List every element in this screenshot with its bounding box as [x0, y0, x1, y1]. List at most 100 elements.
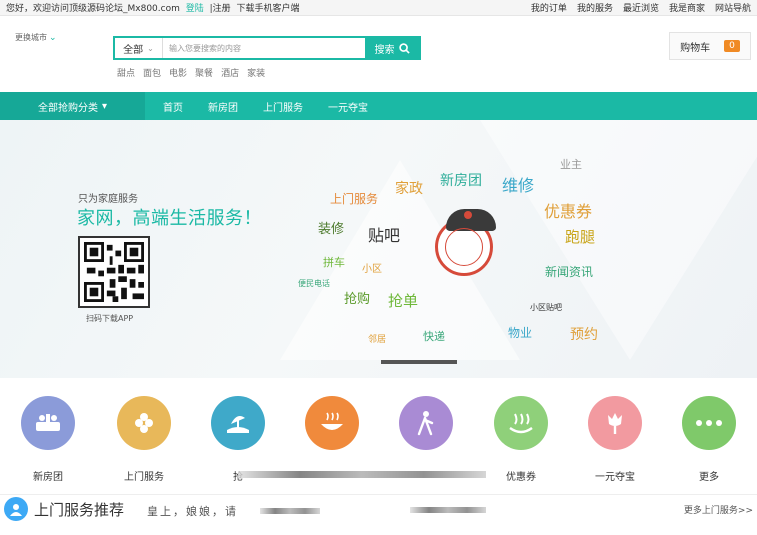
banner-word: 拼车 — [323, 256, 345, 269]
service-icons: 新房团 上门服务 抢 优惠券 一元夺宝 — [0, 378, 757, 494]
hot-spring-icon — [494, 396, 548, 450]
welcome-text: 您好，欢迎访问顶级源码论坛_Mx800.com — [6, 4, 180, 14]
service-label: 更多 — [699, 472, 719, 483]
top-bar: 您好，欢迎访问顶级源码论坛_Mx800.com 登陆 |注册 下载手机客户端 我… — [0, 0, 757, 16]
service-recommend-header: 上门服务推荐 皇上，娘娘，请 更多上门服务>> — [0, 494, 757, 535]
banner-word: 贴吧 — [368, 226, 401, 245]
hot-keyword[interactable]: 聚餐 — [195, 66, 213, 79]
team-icon — [21, 396, 75, 450]
obscured-region — [238, 471, 486, 478]
site-nav-link[interactable]: 网站导航 — [715, 1, 751, 14]
nav-item-new-house[interactable]: 新房团 — [208, 99, 238, 114]
service-item-flash-sale[interactable]: 抢 — [198, 396, 278, 483]
top-bar-left: 您好，欢迎访问顶级源码论坛_Mx800.com 登陆 |注册 下载手机客户端 — [6, 1, 303, 14]
tulip-icon — [588, 396, 642, 450]
merchant-link[interactable]: 我是商家 — [669, 1, 705, 14]
hero-banner[interactable]: 只为家庭服务 家网，高端生活服务！ 扫码下载APP 上门服务 家政 新房团 维修… — [0, 120, 757, 378]
banner-word: 新闻资讯 — [545, 265, 594, 279]
banner-word: 小区贴吧 — [530, 303, 562, 312]
beach-icon — [211, 396, 265, 450]
section-tagline: 皇上，娘娘，请 — [147, 505, 238, 518]
all-categories-menu[interactable]: 全部抢购分类 ▾ — [0, 92, 145, 120]
chevron-down-icon: ⌄ — [49, 32, 57, 43]
cart-button[interactable]: 购物车 0 — [669, 32, 751, 60]
service-item-door-service[interactable]: 上门服务 — [104, 396, 184, 483]
search-icon — [398, 42, 410, 54]
service-item-coupon[interactable]: 优惠券 — [481, 396, 561, 483]
search-bar: 全部 ⌄ 搜索 — [113, 36, 421, 60]
service-label: 上门服务 — [124, 472, 164, 483]
top-bar-right: 我的订单 我的服务 最近浏览 我是商家 网站导航 — [521, 1, 751, 14]
hot-keyword[interactable]: 家装 — [247, 66, 265, 79]
service-label: 一元夺宝 — [595, 472, 635, 483]
banner-word: 快递 — [423, 330, 445, 343]
login-link[interactable]: 登陆 — [186, 4, 204, 14]
all-categories-label: 全部抢购分类 — [37, 102, 98, 114]
hot-keyword[interactable]: 酒店 — [221, 66, 239, 79]
search-scope-value: 全部 — [123, 44, 144, 56]
banner-word: 家政 — [395, 181, 423, 197]
cart-label: 购物车 — [680, 42, 711, 54]
banner-word: 业主 — [560, 158, 582, 171]
my-services-link[interactable]: 我的服务 — [577, 1, 613, 14]
banner-word: 抢单 — [388, 292, 419, 310]
hot-keyword[interactable]: 电影 — [169, 66, 187, 79]
nav-item-door-service[interactable]: 上门服务 — [263, 99, 303, 114]
banner-word: 便民电话 — [298, 279, 330, 288]
header: 更换城市 ⌄ 全部 ⌄ 搜索 甜点 面包 电影 聚餐 酒店 家装 购物车 0 — [0, 16, 757, 92]
banner-word: 跑腿 — [565, 228, 596, 246]
download-app-link[interactable]: 下载手机客户端 — [237, 4, 300, 14]
obscured-region — [260, 508, 320, 514]
search-scope-select[interactable]: 全部 ⌄ — [115, 38, 163, 58]
banner-word: 预约 — [570, 327, 598, 343]
banner-word: 抢购 — [344, 292, 371, 307]
qr-code-icon — [84, 242, 144, 302]
search-input[interactable] — [163, 38, 365, 58]
nav-item-home[interactable]: 首页 — [163, 99, 183, 114]
cart-count-badge: 0 — [724, 40, 740, 52]
hot-keywords: 甜点 面包 电影 聚餐 酒店 家装 — [117, 66, 265, 79]
nav-item-one-yuan[interactable]: 一元夺宝 — [328, 99, 368, 114]
banner-word: 新房团 — [440, 173, 482, 189]
city-switcher[interactable]: 更换城市 ⌄ — [15, 32, 57, 43]
banner-subtitle: 只为家庭服务 — [78, 194, 138, 205]
qr-code — [78, 236, 150, 308]
recent-views-link[interactable]: 最近浏览 — [623, 1, 659, 14]
service-label: 新房团 — [33, 472, 63, 483]
banner-word: 维修 — [502, 176, 535, 195]
service-item-hiking[interactable] — [386, 396, 466, 468]
hot-keyword[interactable]: 甜点 — [117, 66, 135, 79]
more-services-link[interactable]: 更多上门服务>> — [684, 503, 753, 516]
service-item-more[interactable]: 更多 — [669, 396, 749, 483]
banner-word: 优惠券 — [544, 202, 593, 221]
register-link[interactable]: |注册 — [210, 4, 231, 14]
main-nav: 全部抢购分类 ▾ 首页 新房团 上门服务 一元夺宝 — [0, 92, 757, 120]
more-icon — [682, 396, 736, 450]
seal-logo-icon — [435, 209, 496, 276]
user-icon — [4, 497, 28, 521]
search-button[interactable]: 搜索 — [365, 38, 419, 58]
banner-title: 家网，高端生活服务！ — [77, 208, 262, 229]
city-label: 更换城市 — [15, 33, 47, 42]
banner-word: 邻居 — [368, 335, 387, 345]
banner-word: 物业 — [508, 326, 533, 340]
service-item-new-house[interactable]: 新房团 — [8, 396, 88, 483]
service-item-one-yuan[interactable]: 一元夺宝 — [575, 396, 655, 483]
search-button-label: 搜索 — [374, 44, 395, 56]
banner-slider-indicator[interactable] — [381, 360, 457, 364]
food-icon — [305, 396, 359, 450]
flower-icon — [117, 396, 171, 450]
banner-word: 装修 — [318, 222, 345, 237]
banner-word: 上门服务 — [330, 192, 379, 206]
hot-keyword[interactable]: 面包 — [143, 66, 161, 79]
section-title: 上门服务推荐 — [34, 501, 125, 519]
banner-word: 小区 — [362, 264, 382, 275]
my-orders-link[interactable]: 我的订单 — [531, 1, 567, 14]
qr-caption: 扫码下载APP — [86, 314, 134, 323]
service-label: 优惠券 — [506, 472, 536, 483]
service-item-food[interactable] — [292, 396, 372, 468]
hiking-icon — [399, 396, 453, 450]
chevron-down-icon: ⌄ — [147, 43, 154, 53]
obscured-region — [410, 507, 486, 513]
caret-down-icon: ▾ — [101, 100, 108, 112]
